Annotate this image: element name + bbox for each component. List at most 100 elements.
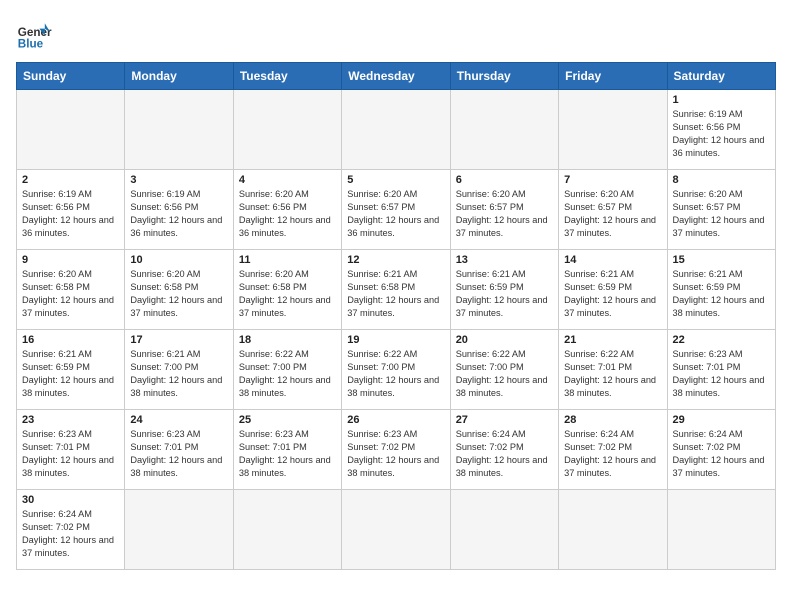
day-info: Sunrise: 6:20 AM Sunset: 6:58 PM Dayligh… <box>22 268 119 320</box>
day-number: 11 <box>239 254 336 266</box>
calendar-cell <box>233 90 341 170</box>
weekday-header-thursday: Thursday <box>450 63 558 90</box>
calendar-cell: 1 Sunrise: 6:19 AM Sunset: 6:56 PM Daylig… <box>667 90 775 170</box>
day-number: 9 <box>22 254 119 266</box>
calendar-cell: 27Sunrise: 6:24 AM Sunset: 7:02 PM Dayli… <box>450 410 558 490</box>
day-info: Sunrise: 6:20 AM Sunset: 6:57 PM Dayligh… <box>456 188 553 240</box>
calendar-cell: 23Sunrise: 6:23 AM Sunset: 7:01 PM Dayli… <box>17 410 125 490</box>
day-number: 10 <box>130 254 227 266</box>
calendar-cell: 22 Sunrise: 6:23 AM Sunset: 7:01 PM Dayli… <box>667 330 775 410</box>
calendar-cell: 11Sunrise: 6:20 AM Sunset: 6:58 PM Dayli… <box>233 250 341 330</box>
calendar-cell <box>342 490 450 570</box>
day-number: 25 <box>239 414 336 426</box>
svg-text:Blue: Blue <box>18 38 44 51</box>
day-number: 26 <box>347 414 444 426</box>
day-number: 13 <box>456 254 553 266</box>
calendar-cell <box>667 490 775 570</box>
day-info: Sunrise: 6:20 AM Sunset: 6:58 PM Dayligh… <box>130 268 227 320</box>
calendar-cell <box>559 490 667 570</box>
calendar-cell: 12 Sunrise: 6:21 AM Sunset: 6:58 PM Dayli… <box>342 250 450 330</box>
calendar-cell <box>559 90 667 170</box>
calendar-cell: 21Sunrise: 6:22 AM Sunset: 7:01 PM Dayli… <box>559 330 667 410</box>
calendar-cell: 13Sunrise: 6:21 AM Sunset: 6:59 PM Dayli… <box>450 250 558 330</box>
weekday-header-sunday: Sunday <box>17 63 125 90</box>
logo: General Blue <box>16 16 52 52</box>
day-info: Sunrise: 6:21 AM Sunset: 6:59 PM Dayligh… <box>564 268 661 320</box>
weekday-header-wednesday: Wednesday <box>342 63 450 90</box>
calendar-cell: 17 Sunrise: 6:21 AM Sunset: 7:00 PM Dayli… <box>125 330 233 410</box>
day-info: Sunrise: 6:24 AM Sunset: 7:02 PM Dayligh… <box>22 508 119 560</box>
calendar-cell: 16Sunrise: 6:21 AM Sunset: 6:59 PM Dayli… <box>17 330 125 410</box>
day-info: Sunrise: 6:19 AM Sunset: 6:56 PM Dayligh… <box>130 188 227 240</box>
day-info: Sunrise: 6:20 AM Sunset: 6:57 PM Dayligh… <box>673 188 770 240</box>
day-number: 12 <box>347 254 444 266</box>
calendar-cell: 7Sunrise: 6:20 AM Sunset: 6:57 PM Daylig… <box>559 170 667 250</box>
day-info: Sunrise: 6:23 AM Sunset: 7:01 PM Dayligh… <box>130 428 227 480</box>
day-info: Sunrise: 6:21 AM Sunset: 6:59 PM Dayligh… <box>673 268 770 320</box>
day-info: Sunrise: 6:20 AM Sunset: 6:56 PM Dayligh… <box>239 188 336 240</box>
calendar-cell: 29 Sunrise: 6:24 AM Sunset: 7:02 PM Dayli… <box>667 410 775 490</box>
day-number: 8 <box>673 174 770 186</box>
calendar-cell: 8 Sunrise: 6:20 AM Sunset: 6:57 PM Daylig… <box>667 170 775 250</box>
calendar-cell <box>450 90 558 170</box>
calendar-cell: 5 Sunrise: 6:20 AM Sunset: 6:57 PM Daylig… <box>342 170 450 250</box>
day-info: Sunrise: 6:20 AM Sunset: 6:57 PM Dayligh… <box>347 188 444 240</box>
day-info: Sunrise: 6:19 AM Sunset: 6:56 PM Dayligh… <box>673 108 770 160</box>
calendar-cell: 14 Sunrise: 6:21 AM Sunset: 6:59 PM Dayli… <box>559 250 667 330</box>
calendar-cell: 4 Sunrise: 6:20 AM Sunset: 6:56 PM Daylig… <box>233 170 341 250</box>
day-number: 4 <box>239 174 336 186</box>
day-number: 24 <box>130 414 227 426</box>
calendar-cell <box>125 90 233 170</box>
day-info: Sunrise: 6:21 AM Sunset: 7:00 PM Dayligh… <box>130 348 227 400</box>
calendar-cell: 26 Sunrise: 6:23 AM Sunset: 7:02 PM Dayli… <box>342 410 450 490</box>
calendar-cell: 25 Sunrise: 6:23 AM Sunset: 7:01 PM Dayli… <box>233 410 341 490</box>
day-info: Sunrise: 6:24 AM Sunset: 7:02 PM Dayligh… <box>673 428 770 480</box>
day-number: 6 <box>456 174 553 186</box>
calendar-cell: 28Sunrise: 6:24 AM Sunset: 7:02 PM Dayli… <box>559 410 667 490</box>
day-number: 15 <box>673 254 770 266</box>
weekday-header-saturday: Saturday <box>667 63 775 90</box>
day-info: Sunrise: 6:22 AM Sunset: 7:00 PM Dayligh… <box>347 348 444 400</box>
day-info: Sunrise: 6:22 AM Sunset: 7:00 PM Dayligh… <box>456 348 553 400</box>
day-info: Sunrise: 6:21 AM Sunset: 6:59 PM Dayligh… <box>22 348 119 400</box>
calendar-cell: 30 Sunrise: 6:24 AM Sunset: 7:02 PM Dayli… <box>17 490 125 570</box>
day-number: 19 <box>347 334 444 346</box>
day-number: 1 <box>673 94 770 106</box>
calendar-cell: 20 Sunrise: 6:22 AM Sunset: 7:00 PM Dayli… <box>450 330 558 410</box>
calendar-cell: 3 Sunrise: 6:19 AM Sunset: 6:56 PM Daylig… <box>125 170 233 250</box>
day-number: 23 <box>22 414 119 426</box>
calendar-cell <box>450 490 558 570</box>
calendar-cell: 24 Sunrise: 6:23 AM Sunset: 7:01 PM Dayli… <box>125 410 233 490</box>
day-number: 17 <box>130 334 227 346</box>
page-header: General Blue <box>16 16 776 52</box>
day-number: 29 <box>673 414 770 426</box>
day-number: 3 <box>130 174 227 186</box>
day-info: Sunrise: 6:21 AM Sunset: 6:58 PM Dayligh… <box>347 268 444 320</box>
day-info: Sunrise: 6:23 AM Sunset: 7:01 PM Dayligh… <box>673 348 770 400</box>
calendar-cell <box>125 490 233 570</box>
day-info: Sunrise: 6:23 AM Sunset: 7:02 PM Dayligh… <box>347 428 444 480</box>
day-number: 18 <box>239 334 336 346</box>
day-number: 2 <box>22 174 119 186</box>
day-number: 30 <box>22 494 119 506</box>
day-info: Sunrise: 6:22 AM Sunset: 7:00 PM Dayligh… <box>239 348 336 400</box>
calendar-table: SundayMondayTuesdayWednesdayThursdayFrid… <box>16 62 776 570</box>
day-info: Sunrise: 6:23 AM Sunset: 7:01 PM Dayligh… <box>239 428 336 480</box>
weekday-header-friday: Friday <box>559 63 667 90</box>
day-info: Sunrise: 6:24 AM Sunset: 7:02 PM Dayligh… <box>564 428 661 480</box>
day-number: 20 <box>456 334 553 346</box>
day-info: Sunrise: 6:22 AM Sunset: 7:01 PM Dayligh… <box>564 348 661 400</box>
calendar-cell: 18 Sunrise: 6:22 AM Sunset: 7:00 PM Dayli… <box>233 330 341 410</box>
day-info: Sunrise: 6:19 AM Sunset: 6:56 PM Dayligh… <box>22 188 119 240</box>
calendar-cell: 15 Sunrise: 6:21 AM Sunset: 6:59 PM Dayli… <box>667 250 775 330</box>
day-number: 22 <box>673 334 770 346</box>
calendar-cell: 9 Sunrise: 6:20 AM Sunset: 6:58 PM Daylig… <box>17 250 125 330</box>
calendar-cell: 10 Sunrise: 6:20 AM Sunset: 6:58 PM Dayli… <box>125 250 233 330</box>
day-number: 5 <box>347 174 444 186</box>
day-number: 7 <box>564 174 661 186</box>
weekday-header-monday: Monday <box>125 63 233 90</box>
calendar-cell: 19 Sunrise: 6:22 AM Sunset: 7:00 PM Dayli… <box>342 330 450 410</box>
calendar-cell <box>17 90 125 170</box>
day-number: 14 <box>564 254 661 266</box>
calendar-cell: 2 Sunrise: 6:19 AM Sunset: 6:56 PM Daylig… <box>17 170 125 250</box>
